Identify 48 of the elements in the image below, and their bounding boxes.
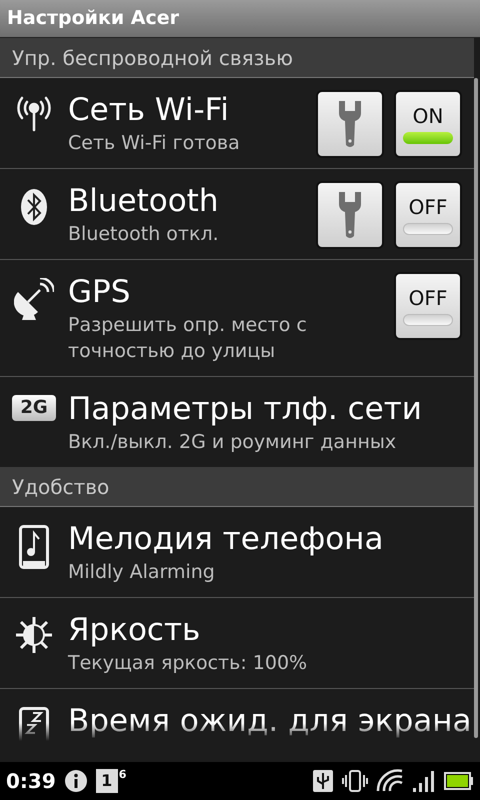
info-icon (64, 769, 88, 793)
settings-row[interactable]: Bluetooth Bluetooth откл. OFF (0, 169, 474, 260)
section-title: Удобство (12, 474, 110, 500)
wrench-icon (337, 190, 363, 240)
settings-row[interactable]: Яркость Текущая яркость: 100% (0, 598, 474, 689)
setting-summary: Разрешить опр. место с точностью до улицы (68, 313, 308, 364)
setting-summary: Сеть Wi-Fi готова (68, 131, 241, 156)
setting-summary: Mildly Alarming (68, 560, 216, 585)
sleep-phone-icon (19, 707, 49, 741)
phone-music-note-icon (19, 525, 49, 569)
section-title: Упр. беспроводной связью (12, 44, 293, 72)
toggle-indicator (403, 223, 453, 235)
toggle-indicator (403, 132, 453, 144)
satellite-dish-icon (14, 278, 54, 322)
cell-signal-icon (412, 769, 436, 793)
setting-title: Параметры тлф. сети (68, 390, 423, 429)
sun-icon (15, 616, 53, 654)
toggle-button[interactable]: ON (394, 90, 462, 158)
settings-row[interactable]: 2G Параметры тлф. сети Вкл./выкл. 2G и роуминг данных (0, 377, 474, 467)
setting-summary: Bluetooth откл. (68, 222, 220, 247)
window-title: Настройки Acer (7, 6, 180, 32)
settings-row[interactable]: Время ожид. для экрана (0, 689, 474, 741)
calendar-icon: 1 (96, 769, 118, 793)
setting-title: Яркость (68, 611, 202, 650)
setting-title: Bluetooth (68, 182, 220, 221)
settings-row[interactable]: GPS Разрешить опр. место с точностью до улицы OFF (0, 260, 474, 377)
usb-icon (312, 769, 334, 793)
vibrate-icon (342, 769, 368, 793)
settings-button[interactable] (316, 90, 384, 158)
settings-row[interactable]: Мелодия телефона Mildly Alarming (0, 507, 474, 598)
setting-title: Время ожид. для экрана (68, 702, 473, 741)
settings-button[interactable] (316, 181, 384, 249)
toggle-button[interactable]: OFF (394, 181, 462, 249)
network-badge-icon: 2G (12, 395, 56, 421)
setting-title: Мелодия телефона (68, 520, 384, 559)
setting-title: Сеть Wi-Fi (68, 91, 230, 130)
setting-title: GPS (68, 273, 132, 312)
toggle-button[interactable]: OFF (394, 272, 462, 340)
setting-summary: Вкл./выкл. 2G и роуминг данных (68, 430, 398, 455)
settings-row[interactable]: Сеть Wi-Fi Сеть Wi-Fi готова ON (0, 78, 474, 169)
bluetooth-icon (19, 187, 49, 227)
clock: 0:39 (6, 768, 56, 795)
notification-count: 6 (118, 769, 126, 780)
toggle-indicator (403, 314, 453, 326)
wifi-signal-icon (376, 769, 404, 793)
battery-icon (444, 771, 474, 791)
wrench-icon (337, 99, 363, 149)
setting-summary: Текущая яркость: 100% (68, 651, 308, 676)
